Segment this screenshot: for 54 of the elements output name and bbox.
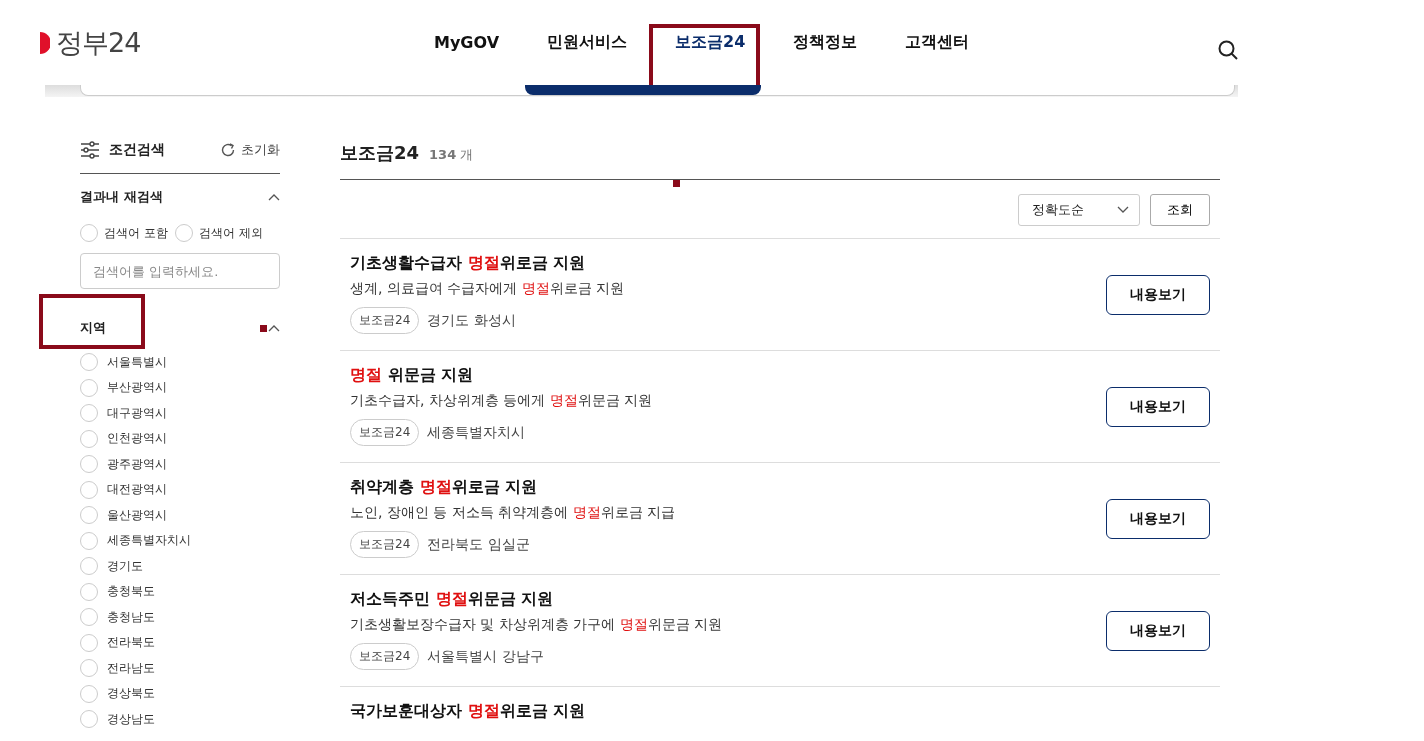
radio-label[interactable]: 세종특별자치시	[107, 532, 191, 549]
radio-label[interactable]: 충청남도	[107, 608, 155, 626]
benefit-title[interactable]: 명절 위문금 지원	[350, 365, 653, 386]
view-details-button[interactable]: 내용보기	[1106, 498, 1210, 539]
chevron-icon[interactable]	[268, 324, 280, 332]
radio-label[interactable]: 전라남도	[107, 659, 155, 677]
site-logo[interactable]: 정부24	[56, 24, 141, 61]
filter-icon	[80, 141, 100, 159]
keyword-field[interactable]: 검색어를 입력하세요.	[80, 253, 280, 289]
benefit-description: 노인, 장애인 등 저소득 취약계층에 명절 위로금 지급	[350, 504, 676, 522]
radio-label[interactable]: 서울특별시	[107, 353, 167, 371]
benefit-description: 기초수급자, 차상위계층 등에게 명절 위문금 지원	[350, 392, 653, 410]
benefit-description: 기초생활보장수급자 및 차상위계층 가구에 명절 위문금 지원	[350, 616, 723, 634]
section-title: 결과내 재검색	[80, 188, 163, 206]
radio-label[interactable]: 광주광역시	[107, 455, 167, 473]
radio-label[interactable]: 검색어 제외	[198, 224, 263, 242]
search-button[interactable]: 조회	[1150, 194, 1210, 226]
chevron-icon[interactable]	[268, 193, 280, 201]
view-details-button[interactable]: 내용보기	[1106, 274, 1210, 315]
location-text: 서울특별시 강남구	[427, 647, 544, 666]
nav-menu-item[interactable]: 고객센터	[881, 0, 994, 85]
nav-menu-item[interactable]: 정책정보	[769, 0, 882, 85]
sort-dropdown[interactable]: 정확도순	[1018, 194, 1140, 226]
benefit-title[interactable]: 기초생활수급자 명절위로금 지원	[350, 253, 625, 274]
nav-menu-item[interactable]: 민원서비스	[523, 0, 652, 85]
benefit-title[interactable]: 국가보훈대상자 명절위로금 지원	[350, 701, 586, 722]
location-text: 세종특별자치시	[427, 423, 526, 442]
view-details-button[interactable]: 내용보기	[1106, 386, 1210, 427]
result-count: 134 개	[429, 146, 474, 164]
radio-label[interactable]: 대구광역시	[107, 404, 167, 422]
results-title: 보조금24	[340, 141, 420, 165]
search-icon[interactable]	[1218, 40, 1238, 60]
benefit-description: 생계, 의료급여 수급자에게 명절 위로금 지원	[350, 280, 625, 298]
radio-label[interactable]: 부산광역시	[107, 379, 167, 396]
radio-label[interactable]: 경기도	[107, 557, 143, 575]
radio-label[interactable]: 경상남도	[107, 710, 155, 728]
refresh-icon	[220, 142, 236, 158]
radio-label[interactable]: 경상북도	[107, 685, 155, 702]
radio-label[interactable]: 검색어 포함	[104, 224, 168, 242]
view-details-button[interactable]: 내용보기	[1106, 610, 1210, 651]
radio-label[interactable]: 충청북도	[107, 583, 155, 600]
location-text: 전라북도 임실군	[427, 535, 530, 554]
nav-menu-item[interactable]: MyGOV	[410, 0, 524, 85]
filter-title: 조건검색	[109, 141, 165, 159]
logo-icon	[40, 31, 50, 54]
benefit-title[interactable]: 저소득주민 명절위문금 지원	[350, 589, 723, 610]
section-title: 지역	[80, 319, 106, 337]
radio-label[interactable]: 전라북도	[107, 634, 155, 651]
benefit-title[interactable]: 취약계층 명절위로금 지원	[350, 477, 676, 498]
radio-label[interactable]: 울산광역시	[107, 506, 167, 524]
radio-label[interactable]: 인천광역시	[107, 430, 167, 447]
reset-link[interactable]: 초기화	[241, 141, 280, 159]
radio-label[interactable]: 대전광역시	[107, 481, 167, 498]
location-text: 경기도 화성시	[427, 311, 516, 330]
